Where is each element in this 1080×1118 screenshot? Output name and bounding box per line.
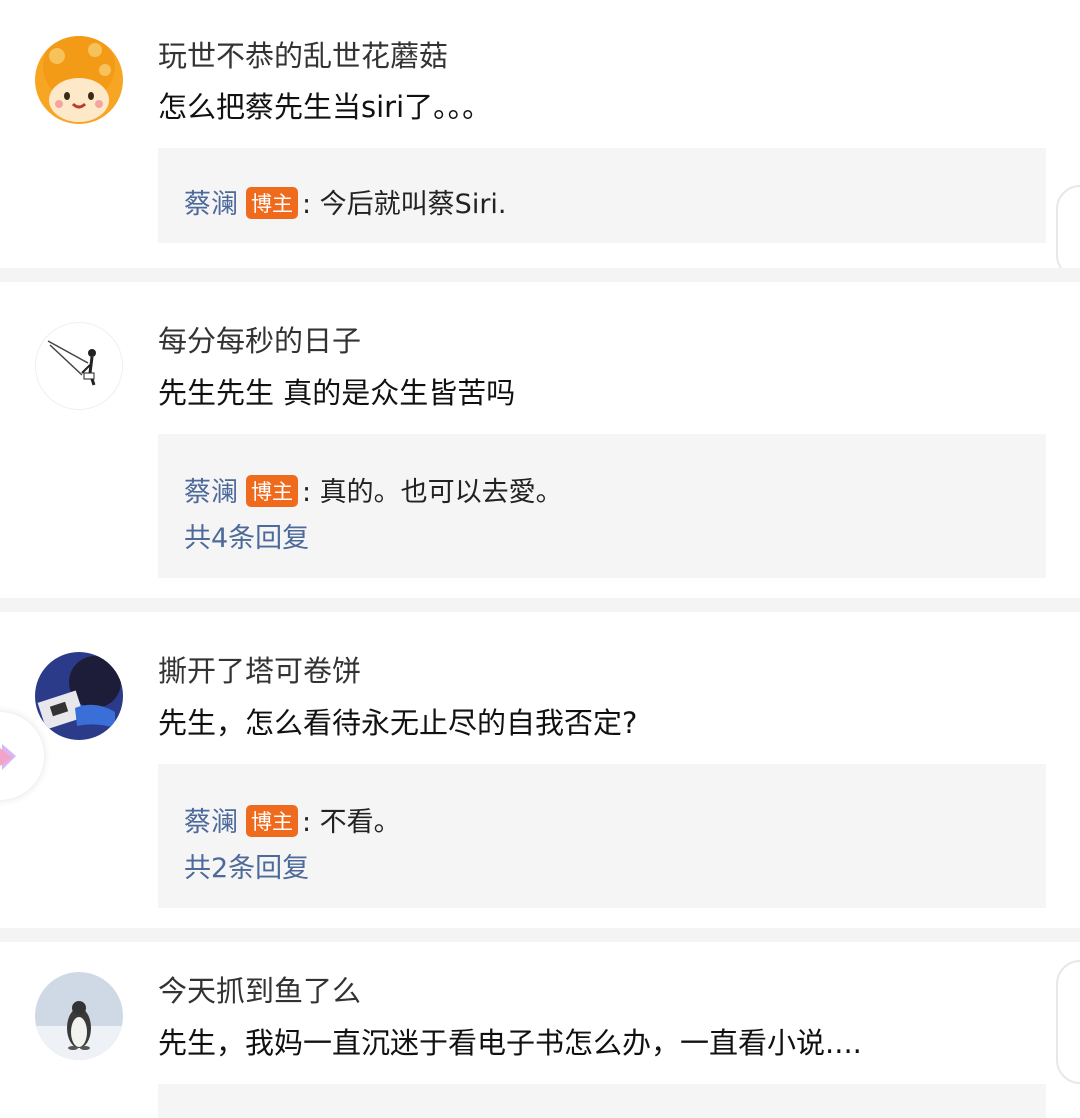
blogger-badge: 博主 (246, 805, 298, 837)
orange-mushroom-avatar-icon[interactable] (35, 36, 123, 124)
blogger-badge: 博主 (246, 475, 298, 507)
comment-item: 撕开了塔可卷饼 先生，怎么看待永无止尽的自我否定? 蔡澜 博主: 不看。 共2条回… (0, 612, 1080, 928)
reply-author[interactable]: 蔡澜 (184, 807, 238, 838)
reply-box[interactable]: 蔡澜 博主: 不看。 共2条回复 (158, 764, 1046, 908)
view-replies-link[interactable]: 共2条回复 (184, 846, 309, 885)
reply-text: : 今后就叫蔡Siri. (302, 189, 507, 220)
reply-text: : 不看。 (302, 807, 401, 838)
side-scroll-handle[interactable] (1056, 185, 1080, 279)
blogger-badge: 博主 (246, 187, 298, 219)
reply-box[interactable]: 蔡澜 博主: 今后就叫蔡Siri. (158, 148, 1046, 243)
divider (0, 598, 1080, 612)
divider (0, 268, 1080, 282)
comment-text: 先生先生 真的是众生皆苦吗 (158, 376, 516, 410)
swing-figure-avatar-icon[interactable] (35, 322, 123, 410)
divider (0, 928, 1080, 942)
side-scroll-handle[interactable] (1056, 960, 1080, 1084)
reply-text: : 真的。也可以去愛。 (302, 477, 563, 508)
reply-box[interactable]: 蔡澜 博主: 真的。也可以去愛。 共4条回复 (158, 434, 1046, 578)
comment-text: 先生，我妈一直沉迷于看电子书怎么办，一直看小说.... (158, 1026, 862, 1060)
reply-line: 蔡澜 博主: 真的。也可以去愛。 (184, 470, 563, 509)
reply-line: 蔡澜 博主: 不看。 (184, 800, 401, 839)
comment-item: 玩世不恭的乱世花蘑菇 怎么把蔡先生当siri了。。。 蔡澜 博主: 今后就叫蔡Si… (0, 0, 1080, 268)
username[interactable]: 每分每秒的日子 (158, 318, 361, 360)
comment-item: 今天抓到鱼了么 先生，我妈一直沉迷于看电子书怎么办，一直看小说.... (0, 942, 1080, 1118)
comment-text: 先生，怎么看待永无止尽的自我否定? (158, 706, 638, 740)
dark-photo-avatar-icon[interactable] (35, 652, 123, 740)
view-replies-link[interactable]: 共4条回复 (184, 516, 309, 555)
username[interactable]: 今天抓到鱼了么 (158, 968, 361, 1010)
reply-box[interactable] (158, 1084, 1046, 1118)
penguin-avatar-icon[interactable] (35, 972, 123, 1060)
reply-author[interactable]: 蔡澜 (184, 477, 238, 508)
comment-item: 每分每秒的日子 先生先生 真的是众生皆苦吗 蔡澜 博主: 真的。也可以去愛。 共4… (0, 282, 1080, 598)
reply-line: 蔡澜 博主: 今后就叫蔡Siri. (184, 182, 507, 221)
username[interactable]: 玩世不恭的乱世花蘑菇 (158, 33, 448, 75)
comment-text: 怎么把蔡先生当siri了。。。 (158, 90, 492, 124)
reply-author[interactable]: 蔡澜 (184, 189, 238, 220)
username[interactable]: 撕开了塔可卷饼 (158, 648, 361, 690)
